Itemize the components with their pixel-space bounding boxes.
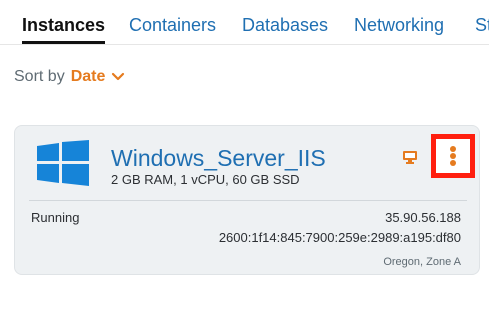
tab-storage[interactable]: St xyxy=(475,14,489,36)
instance-actions-button[interactable] xyxy=(431,134,475,178)
sort-value-button[interactable]: Date xyxy=(71,66,106,88)
instance-name-link[interactable]: Windows_Server_IIS xyxy=(111,144,326,172)
tab-containers[interactable]: Containers xyxy=(129,14,216,36)
windows-logo-icon xyxy=(37,140,89,186)
public-ipv4: 35.90.56.188 xyxy=(385,210,461,225)
sort-label: Sort by xyxy=(14,68,65,85)
instance-location: Oregon, Zone A xyxy=(383,256,461,268)
instances-page: Instances Containers Databases Networkin… xyxy=(0,0,489,309)
instance-status: Running xyxy=(31,210,80,225)
public-ipv6: 2600:1f14:845:7900:259e:2989:a195:df80 xyxy=(218,230,461,245)
monitor-icon[interactable] xyxy=(401,148,419,166)
chevron-down-icon[interactable] xyxy=(111,70,125,84)
sort-control: Sort by Date xyxy=(14,66,125,88)
tab-databases[interactable]: Databases xyxy=(242,14,328,36)
resource-tabs: Instances Containers Databases Networkin… xyxy=(0,0,489,45)
tab-instances[interactable]: Instances xyxy=(22,14,106,44)
instance-card[interactable]: Windows_Server_IIS 2 GB RAM, 1 vCPU, 60 … xyxy=(14,125,480,275)
tab-networking[interactable]: Networking xyxy=(354,14,444,36)
instance-specs: 2 GB RAM, 1 vCPU, 60 GB SSD xyxy=(111,172,300,187)
kebab-menu-icon xyxy=(450,146,456,166)
card-divider xyxy=(29,200,467,201)
